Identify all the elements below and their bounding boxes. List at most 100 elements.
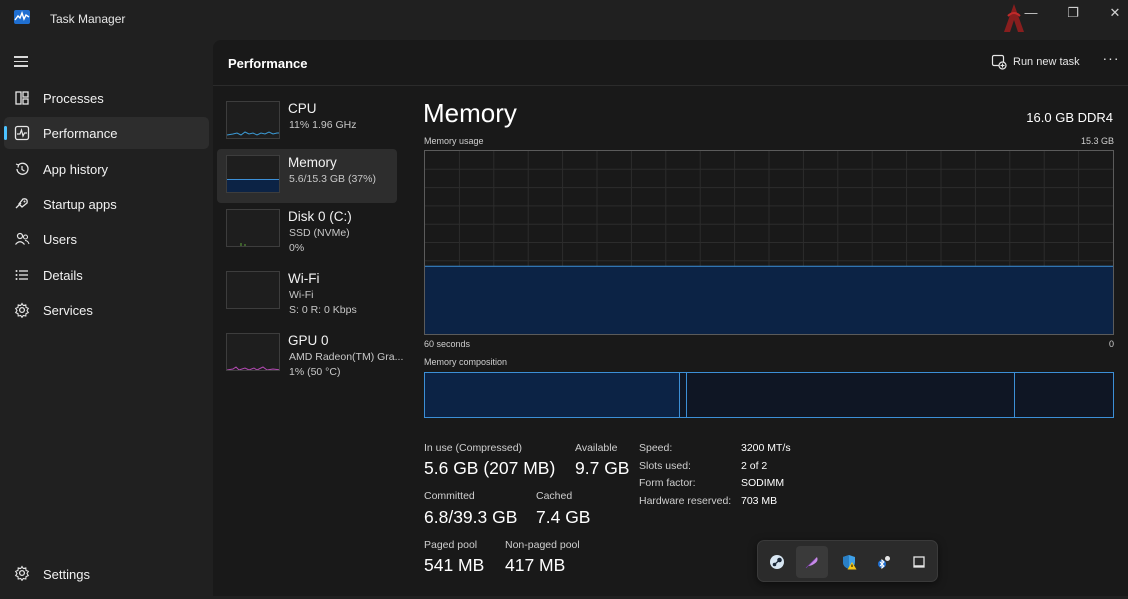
window-icon — [913, 556, 925, 568]
bluetooth-icon — [878, 556, 890, 570]
cached-label: Cached — [536, 490, 573, 502]
resource-detail: 11% 1.96 GHz — [289, 119, 357, 131]
memory-usage-area — [425, 266, 1113, 334]
minimize-button[interactable]: — — [1008, 0, 1054, 30]
resource-detail-secondary: S: 0 R: 0 Kbps — [289, 304, 357, 316]
task-manager-icon — [14, 10, 30, 24]
resource-item-memory[interactable]: Memory 5.6/15.3 GB (37%) — [217, 149, 397, 203]
memory-composition-bar[interactable] — [424, 372, 1114, 418]
title-bar: Task Manager — ❐ ✕ — [0, 0, 1128, 40]
committed-label: Committed — [424, 490, 475, 502]
memory-heading: Memory — [423, 98, 517, 128]
graph-axis-right-label: 0 — [1108, 339, 1114, 349]
hardware-reserved-label: Hardware reserved: — [639, 495, 732, 507]
feather-icon — [805, 557, 818, 569]
in-use-value: 5.6 GB (207 MB) — [424, 458, 556, 478]
sidebar-item-processes[interactable]: Processes — [4, 82, 209, 114]
performance-icon — [14, 125, 30, 141]
slots-used-value: 2 of 2 — [741, 460, 768, 472]
sidebar-item-performance[interactable]: Performance — [4, 117, 209, 149]
in-use-label: In use (Compressed) — [424, 442, 523, 454]
cpu-thumbnail-graph — [226, 101, 280, 139]
non-paged-pool-value: 417 MB — [505, 555, 566, 575]
memory-usage-max: 15.3 GB — [1080, 136, 1114, 146]
cached-value: 7.4 GB — [536, 507, 591, 527]
sidebar-nav: Processes Performance App history Startu… — [0, 40, 213, 599]
form-factor-value: SODIMM — [741, 477, 785, 489]
committed-value: 6.8/39.3 GB — [424, 507, 518, 527]
resource-detail: AMD Radeon(TM) Gra... — [289, 351, 404, 363]
tray-security[interactable] — [833, 546, 865, 578]
speed-value: 3200 MT/s — [741, 442, 791, 454]
tray-bluetooth[interactable] — [868, 546, 900, 578]
form-factor-label: Form factor: — [639, 477, 696, 489]
composition-in-use-segment[interactable] — [425, 373, 680, 417]
sidebar-item-label: App history — [43, 162, 109, 177]
wifi-thumbnail-graph — [226, 271, 280, 309]
memory-usage-graph — [424, 150, 1114, 335]
resource-detail-secondary: 1% (50 °C) — [289, 366, 341, 378]
gpu-thumbnail-graph — [226, 333, 280, 371]
more-options-button[interactable]: ··· — [1101, 50, 1121, 70]
resource-item-cpu[interactable]: CPU 11% 1.96 GHz — [217, 95, 397, 149]
slots-used-label: Slots used: — [639, 460, 691, 472]
active-indicator — [4, 126, 7, 140]
paged-pool-value: 541 MB — [424, 555, 485, 575]
resource-item-gpu[interactable]: GPU 0 AMD Radeon(TM) Gra... 1% (50 °C) — [217, 327, 403, 381]
hamburger-menu-icon[interactable] — [14, 56, 28, 67]
sidebar-item-users[interactable]: Users — [4, 223, 209, 255]
resource-name: CPU — [288, 101, 317, 116]
close-button[interactable]: ✕ — [1092, 0, 1128, 30]
tray-window[interactable] — [903, 546, 935, 578]
resource-detail-secondary: 0% — [289, 242, 305, 254]
tray-feather[interactable] — [796, 546, 828, 578]
resource-name: GPU 0 — [288, 333, 329, 348]
details-icon — [15, 270, 28, 280]
resource-detail: 5.6/15.3 GB (37%) — [289, 173, 376, 185]
resource-name: Disk 0 (C:) — [288, 209, 352, 224]
sidebar-item-label: Details — [43, 268, 83, 283]
composition-standby-segment[interactable] — [687, 373, 1015, 417]
run-new-task-label: Run new task — [1013, 56, 1080, 68]
hardware-reserved-value: 703 MB — [741, 495, 778, 507]
run-task-icon — [991, 54, 1007, 70]
resource-item-wifi[interactable]: Wi-Fi Wi-Fi S: 0 R: 0 Kbps — [217, 265, 397, 319]
sidebar-item-details[interactable]: Details — [4, 259, 209, 291]
sidebar-item-services[interactable]: Services — [4, 294, 209, 326]
maximize-button[interactable]: ❐ — [1050, 0, 1096, 30]
window-title: Task Manager — [50, 12, 126, 26]
services-icon — [14, 302, 30, 318]
steam-icon — [770, 555, 784, 569]
main-panel: Performance Run new task ··· CPU 11% 1.9… — [213, 40, 1128, 596]
system-tray-overflow — [757, 540, 938, 582]
resource-name: Wi-Fi — [288, 271, 320, 286]
sidebar-item-label: Startup apps — [43, 197, 117, 212]
speed-label: Speed: — [639, 442, 673, 454]
shield-warning-icon — [843, 555, 857, 570]
sidebar-item-label: Performance — [43, 126, 118, 141]
disk-thumbnail-graph — [226, 209, 280, 247]
settings-label: Settings — [43, 567, 90, 582]
page-title: Performance — [228, 56, 308, 71]
sidebar-item-startup-apps[interactable]: Startup apps — [4, 188, 209, 220]
tray-steam[interactable] — [761, 546, 793, 578]
non-paged-pool-label: Non-paged pool — [505, 539, 580, 551]
available-value: 9.7 GB — [575, 458, 630, 478]
processes-icon — [15, 91, 29, 105]
memory-spec: 16.0 GB DDR4 — [1026, 110, 1113, 125]
memory-usage-label: Memory usage — [424, 136, 484, 146]
settings-gear-icon — [14, 565, 30, 581]
resource-item-disk[interactable]: Disk 0 (C:) SSD (NVMe) 0% — [217, 203, 397, 257]
sidebar-item-label: Services — [43, 303, 93, 318]
sidebar-item-app-history[interactable]: App history — [4, 153, 209, 185]
startup-icon — [15, 198, 28, 209]
users-icon — [15, 232, 30, 245]
memory-composition-label: Memory composition — [424, 357, 508, 367]
sidebar-item-label: Processes — [43, 91, 104, 106]
memory-thumbnail-graph — [226, 155, 280, 193]
resource-detail: SSD (NVMe) — [289, 227, 350, 239]
sidebar-item-settings[interactable]: Settings — [4, 559, 209, 589]
resource-name: Memory — [288, 155, 337, 170]
paged-pool-label: Paged pool — [424, 539, 478, 551]
page-header: Performance Run new task ··· — [213, 40, 1128, 86]
